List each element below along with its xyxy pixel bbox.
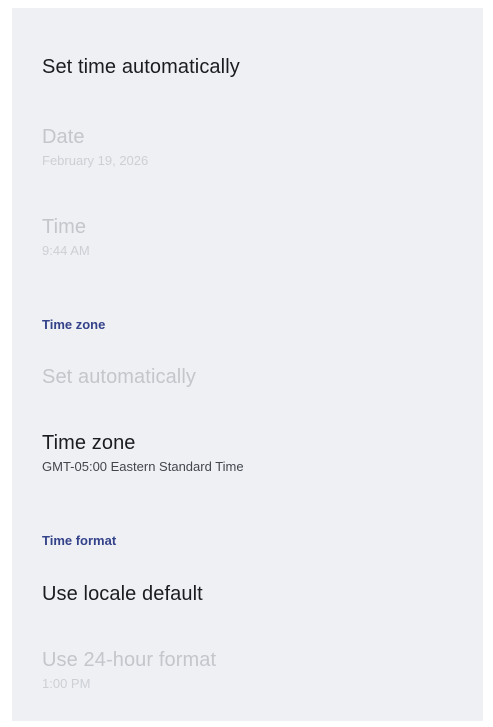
time-zone-value: GMT-05:00 Eastern Standard Time: [42, 459, 244, 474]
date-time-settings-screen: Set time automatically Date February 19,…: [12, 8, 483, 721]
set-time-automatically-label: Set time automatically: [42, 56, 240, 78]
set-time-zone-automatically-item[interactable]: Set automatically: [42, 366, 463, 389]
time-label: Time: [42, 216, 87, 238]
date-label: Date: [42, 126, 85, 148]
time-zone-label: Time zone: [42, 432, 136, 454]
use-24-hour-format-label: Use 24-hour format: [42, 649, 217, 671]
use-24-hour-format-item[interactable]: Use 24-hour format 1:00 PM: [42, 649, 463, 691]
use-24-hour-format-example: 1:00 PM: [42, 676, 91, 691]
use-locale-default-label: Use locale default: [42, 583, 203, 605]
time-zone-section-header: Time zone: [42, 317, 106, 332]
set-time-zone-automatically-label: Set automatically: [42, 366, 196, 388]
time-format-section-header: Time format: [42, 533, 117, 548]
time-zone-item[interactable]: Time zone GMT-05:00 Eastern Standard Tim…: [42, 432, 463, 474]
date-item[interactable]: Date February 19, 2026: [42, 126, 463, 168]
use-locale-default-item[interactable]: Use locale default: [42, 583, 463, 606]
set-time-automatically-item[interactable]: Set time automatically: [42, 56, 463, 79]
date-value: February 19, 2026: [42, 153, 149, 168]
time-item[interactable]: Time 9:44 AM: [42, 216, 463, 258]
time-value: 9:44 AM: [42, 243, 90, 258]
